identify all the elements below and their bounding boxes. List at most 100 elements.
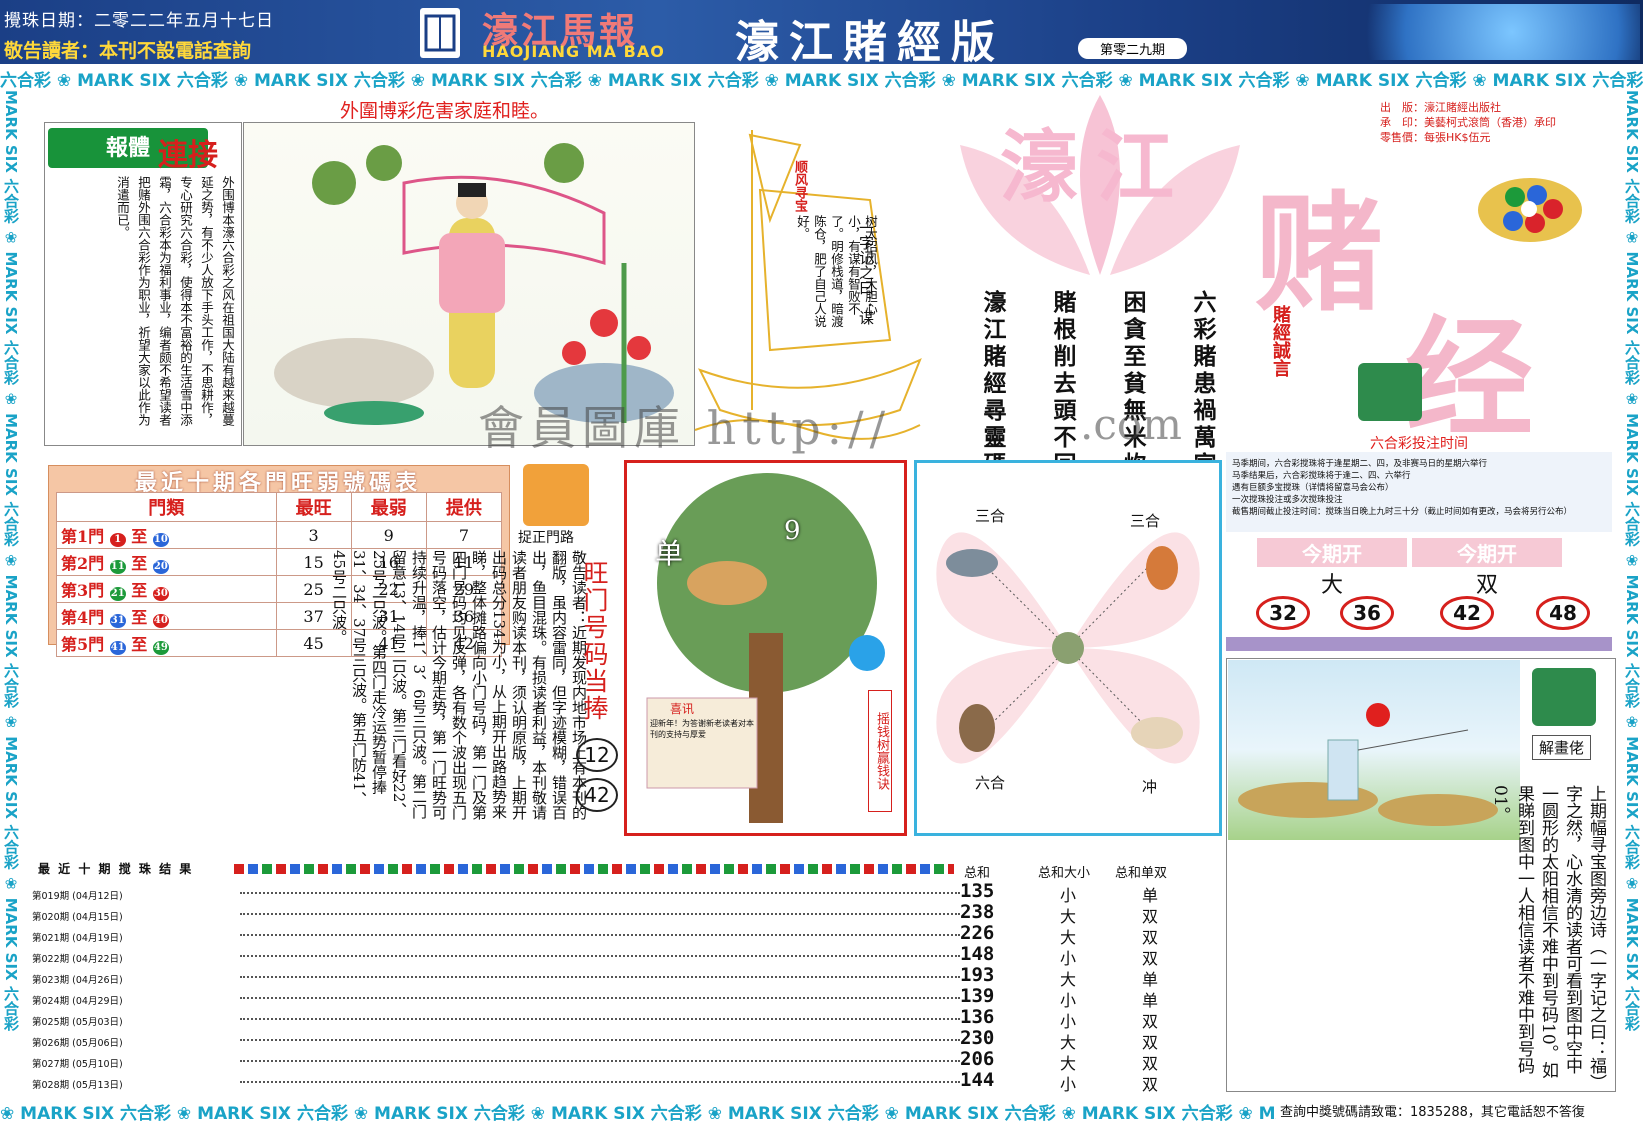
bet-time-rules: 马季期间，六合彩搅珠将于逢星期二、四，及非赛马日的星期六举行 马季结果后，六合彩… <box>1226 452 1612 532</box>
issue-label: 第025期 (05月03日) <box>32 1017 123 1028</box>
hot-ball: 42 <box>576 778 618 812</box>
worst-cell: 9 <box>350 521 427 549</box>
range-from: 31 <box>109 614 126 628</box>
table-row: 第1門 1 至 10 3 9 7 <box>56 521 503 549</box>
issue-label: 第026期 (05月06日) <box>32 1038 123 1049</box>
draw-date: 攪珠日期：二零二二年五月十七日 <box>4 11 274 31</box>
bet-rule: 截售期间截止投注时间：搅珠当日晚上九时三十分（截止时间如有更改，马会将另行公布） <box>1232 507 1573 517</box>
number-ball: 42 <box>1440 596 1494 630</box>
table-row: 第021期 (04月19日) <box>30 926 960 946</box>
paper-name-en: HAOJIANG MA BAO <box>482 42 665 61</box>
number-ball: 36 <box>1340 596 1394 630</box>
sum-cell: 226 <box>960 922 995 944</box>
issue-number: 第零二九期 <box>1078 38 1188 59</box>
sum-cell: 193 <box>960 964 995 986</box>
column-header: 門類 <box>56 492 277 522</box>
result-dots <box>240 892 960 894</box>
banner-flower-graphic <box>1320 4 1640 60</box>
tree-sign-text: 迎新年！为答谢新老读者对本刊的支持与厚爱 <box>650 719 754 739</box>
best-cell: 3 <box>275 521 352 549</box>
door-cell: 第2門 11 至 20 <box>56 548 277 576</box>
article-title: 連接 <box>158 138 218 173</box>
price-line: 零售價：每張HK$伍元 <box>1380 131 1491 144</box>
result-dots <box>240 1060 960 1062</box>
odd-even-cell: 双 <box>1142 1075 1159 1094</box>
issue-label: 第020期 (04月15日) <box>32 912 123 923</box>
open-label: 今期开 <box>1412 538 1562 567</box>
sum-cell: 206 <box>960 1048 995 1070</box>
range-joiner: 至 <box>131 527 148 546</box>
open-value: 双 <box>1475 573 1498 598</box>
issue-label: 第028期 (05月13日) <box>32 1080 123 1091</box>
open-even-panel: 今期开 双 <box>1412 538 1562 599</box>
gambling-warning: 外圍博彩危害家庭和睦。 <box>340 100 550 122</box>
riddle-icon <box>1532 668 1596 726</box>
motto-column-3: 賭根削去頭不回 <box>1049 290 1076 479</box>
hotline-text: 查詢中獎號碼請致電：1835288，其它電話恕不答復 <box>1276 1101 1589 1120</box>
analysis-column <box>118 650 508 856</box>
no-phone-notice: 敬告讀者：本刊不設電話查詢 <box>4 40 252 62</box>
table-row: 第027期 (05月10日) <box>30 1052 960 1072</box>
result-dots <box>240 913 960 915</box>
sum-cell: 136 <box>960 1006 995 1028</box>
open-label: 今期开 <box>1257 538 1407 567</box>
zodiac-label-bl: 六合 <box>975 774 1006 792</box>
tip-cell: 7 <box>425 521 503 549</box>
motto-label: 賭經誠言 <box>1270 305 1291 377</box>
publisher-line: 出 版：濠江賭經出版社 <box>1380 101 1501 114</box>
door-label: 第5門 <box>61 635 105 654</box>
result-dots <box>240 1039 960 1041</box>
result-dots <box>240 955 960 957</box>
result-dots <box>240 1018 960 1020</box>
result-dots <box>240 1081 960 1083</box>
hot-cold-table-title: 最近十期各門旺弱號碼表 <box>134 470 421 496</box>
issue-label: 第021期 (04月19日) <box>32 933 123 944</box>
range-joiner: 至 <box>131 554 148 573</box>
money-tree-panel <box>624 460 907 836</box>
article-text: 外围博本濠六合彩之风在祖国大陆有越来越蔓延之势，有不少人放下手头工作，不思耕作，… <box>115 176 235 426</box>
sum-cell: 148 <box>960 943 995 965</box>
column-header: 提供 <box>425 492 503 522</box>
zodiac-panel <box>914 460 1222 836</box>
ball-number-strip <box>234 864 954 874</box>
watermark-domain: .com <box>1080 400 1182 449</box>
table-row: 第022期 (04月22日) <box>30 947 960 967</box>
boat-flag-text: 顺风寻宝 <box>792 160 807 212</box>
column-header: 最弱 <box>350 492 427 522</box>
door-label: 第3門 <box>61 581 105 600</box>
number-ball: 32 <box>1256 596 1310 630</box>
table-row: 第023期 (04月26日) <box>30 968 960 988</box>
top-border-strip: 六合彩 ❀ MARK SIX 六合彩 ❀ MARK SIX 六合彩 ❀ MARK… <box>0 66 1643 90</box>
sum-cell: 144 <box>960 1069 995 1091</box>
door-label: 第2門 <box>61 554 105 573</box>
riddle-label: 解畫佬 <box>1532 735 1592 760</box>
door-label: 第4門 <box>61 608 105 627</box>
range-joiner: 至 <box>131 581 148 600</box>
sum-cell: 230 <box>960 1027 995 1049</box>
range-to: 40 <box>152 614 169 628</box>
big-small-cell: 小 <box>1060 1075 1077 1094</box>
sum-cell: 135 <box>960 880 995 902</box>
range-from: 11 <box>109 560 126 574</box>
issue-label: 第024期 (04月29日) <box>32 996 123 1007</box>
table-row: 第028期 (05月13日) <box>30 1073 960 1093</box>
publisher-info: 出 版：濠江賭經出版社 承 印：美藝柯式滾筒（香港）承印 零售價：每張HK$伍元 <box>1380 100 1556 145</box>
door-label: 第1門 <box>61 527 105 546</box>
result-dots <box>240 997 960 999</box>
bet-rule: 遇有巨额多宝搅珠（详情将留意马会公布） <box>1232 483 1394 493</box>
range-to: 10 <box>152 533 169 547</box>
right-border-strip: MARK SIX 六合彩 ❀ MARK SIX 六合彩 ❀ MARK SIX 六… <box>1618 90 1643 1099</box>
range-to: 30 <box>152 587 169 601</box>
motto-column-2: 困貪至貧無米炊 <box>1119 290 1146 479</box>
boat-poem: 树大招风，大胆心小，有谋有智败不了。明修栈道，暗渡陈仓，肥了自己人说好。 <box>795 215 878 328</box>
door-cell: 第1門 1 至 10 <box>56 521 277 549</box>
door-cell: 第4門 31 至 40 <box>56 602 277 630</box>
tree-odd-label: 单 <box>655 537 684 570</box>
open-big-panel: 今期开 大 <box>1257 538 1407 599</box>
result-dots <box>240 934 960 936</box>
tree-sign-title: 喜讯 <box>670 702 695 716</box>
bet-rule: 一次搅珠投注或多次搅珠投注 <box>1232 495 1343 505</box>
table-header-row: 門類 最旺 最弱 提供 <box>56 492 503 522</box>
range-from: 21 <box>109 587 126 601</box>
issue-label: 第019期 (04月12日) <box>32 891 123 902</box>
